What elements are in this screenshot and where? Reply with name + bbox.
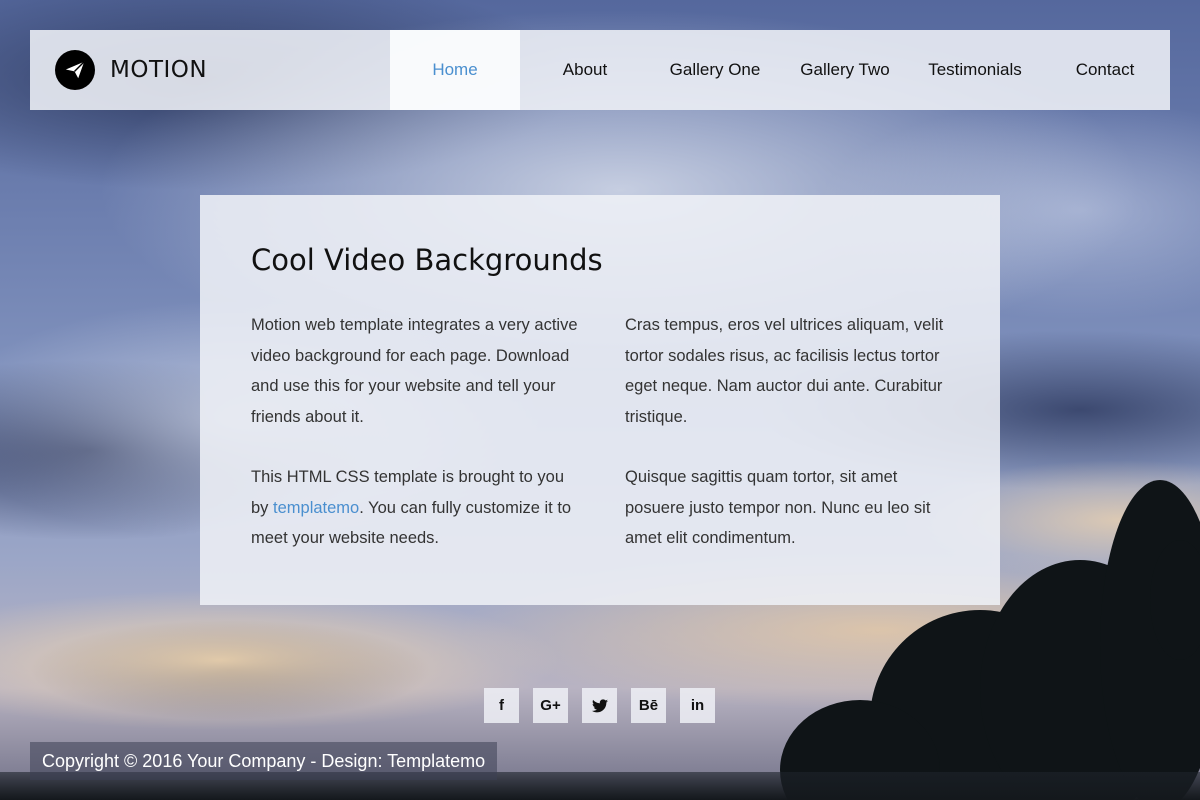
templatemo-link[interactable]: templatemo (273, 499, 359, 517)
nav-item-gallery-one[interactable]: Gallery One (650, 30, 780, 110)
behance-icon[interactable]: Bē (631, 688, 666, 723)
behance-glyph: Bē (638, 697, 659, 714)
left-column: Motion web template integrates a very ac… (251, 310, 581, 584)
content-panel: Cool Video Backgrounds Motion web templa… (200, 195, 1000, 605)
left-paragraph-1: Motion web template integrates a very ac… (251, 316, 578, 426)
twitter-icon[interactable] (582, 688, 617, 723)
nav-item-about[interactable]: About (520, 30, 650, 110)
main-nav: Home About Gallery One Gallery Two Testi… (390, 30, 1170, 110)
page-title: Cool Video Backgrounds (251, 243, 603, 277)
twitter-bird-glyph (591, 698, 608, 712)
brand-link[interactable]: MOTION (55, 50, 207, 90)
left-paragraph-2: This HTML CSS template is brought to you… (251, 462, 581, 554)
footer-copyright: Copyright © 2016 Your Company - Design: … (30, 742, 498, 780)
nav-item-testimonials[interactable]: Testimonials (910, 30, 1040, 110)
social-links: f G+ Bē in (484, 688, 715, 723)
facebook-glyph: f (499, 697, 504, 714)
linkedin-icon[interactable]: in (680, 688, 715, 723)
right-column: Cras tempus, eros vel ultrices aliquam, … (625, 310, 960, 584)
right-paragraph-2: Quisque sagittis quam tortor, sit amet p… (625, 468, 931, 547)
paper-plane-icon (55, 50, 95, 90)
nav-item-gallery-two[interactable]: Gallery Two (780, 30, 910, 110)
facebook-icon[interactable]: f (484, 688, 519, 723)
site-header: MOTION Home About Gallery One Gallery Tw… (30, 30, 1170, 110)
nav-item-contact[interactable]: Contact (1040, 30, 1170, 110)
right-paragraph-1: Cras tempus, eros vel ultrices aliquam, … (625, 316, 944, 426)
nav-item-home[interactable]: Home (390, 30, 520, 110)
google-plus-icon[interactable]: G+ (533, 688, 568, 723)
brand-name: MOTION (110, 57, 208, 83)
google-plus-glyph: G+ (540, 697, 561, 714)
linkedin-glyph: in (690, 697, 705, 714)
